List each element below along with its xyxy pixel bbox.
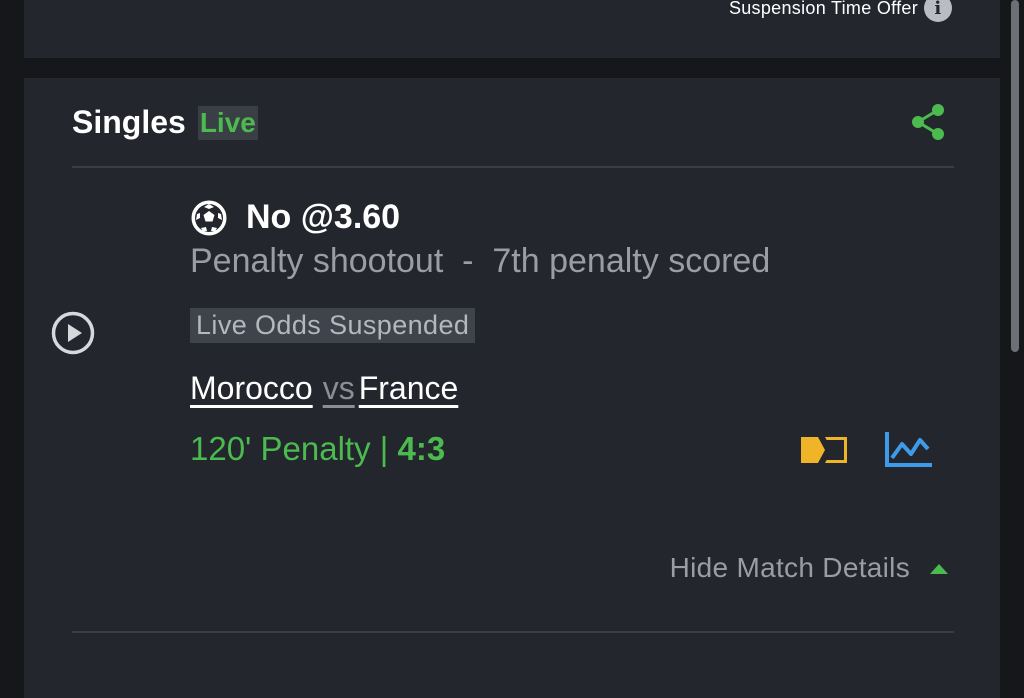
share-icon[interactable] [908,102,948,142]
caret-up-icon [930,564,948,574]
stats-chart-icon[interactable] [884,430,934,468]
soccer-ball-icon [191,200,227,235]
hide-match-details-label: Hide Match Details [669,552,910,583]
selection-row: No @3.60 [190,198,400,237]
odds-suspended-badge: Live Odds Suspended [190,308,476,343]
card-header: Singles Live [72,104,258,141]
footer-divider [72,631,954,633]
home-team[interactable]: Morocco [190,370,313,407]
scrollbar-thumb[interactable] [1011,0,1019,352]
match-period: 120' Penalty | [190,430,398,467]
suspension-time-offer-label: Suspension Time Offer [728,0,918,18]
live-badge: Live [197,105,258,140]
scrollbar[interactable] [1010,0,1020,672]
match-score: 120' Penalty | 4:3 [190,430,445,468]
score-value: 4:3 [397,430,446,467]
singles-title: Singles [72,104,186,140]
hide-match-details-toggle[interactable]: Hide Match Details [670,552,948,584]
info-icon[interactable]: i [924,0,952,22]
versus-label: vs [322,370,355,406]
match-link[interactable]: Morocco vs France [190,370,458,407]
live-stream-icon[interactable] [800,434,848,466]
away-team[interactable]: France [359,370,459,407]
bet-card: Singles Live No @3.60 Penalty shootout -… [24,78,1000,698]
suspension-offer-card: Suspension Time Offer i [24,0,1000,58]
header-divider [72,166,954,168]
market-description: Penalty shootout - 7th penalty scored [190,242,771,280]
suspension-time-offer[interactable]: Suspension Time Offer i [729,0,952,22]
play-icon[interactable] [50,310,96,356]
selection-odds: No @3.60 [246,198,401,236]
